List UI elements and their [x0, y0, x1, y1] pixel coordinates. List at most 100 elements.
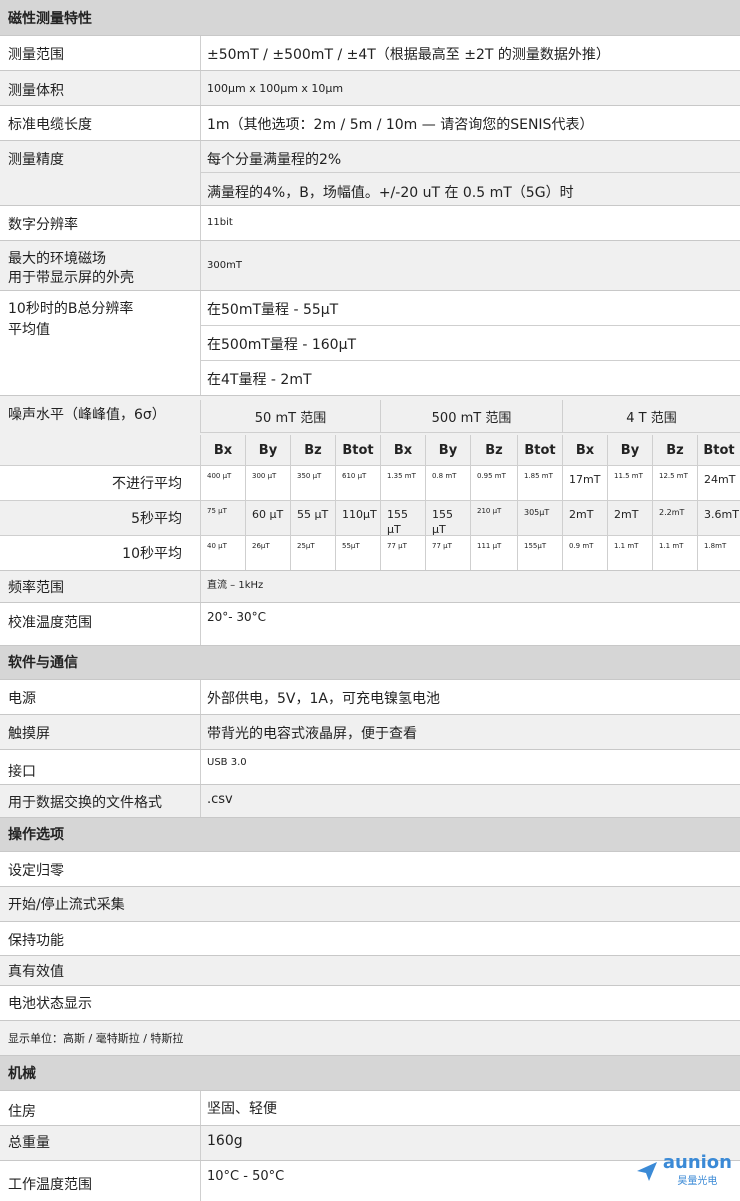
- row-divider: [0, 645, 740, 646]
- row-divider: [0, 714, 740, 715]
- noise-column-header: By: [245, 435, 290, 465]
- section-header-magnetic: 磁性测量特性: [0, 0, 740, 35]
- row-divider: [0, 1160, 740, 1161]
- operation-label: 电池状态显示: [8, 996, 92, 1012]
- noise-cell: 305μT: [517, 500, 562, 535]
- spec-row-avg-resolution: 10秒时的B总分辨率 平均值 在50mT量程 - 55μT 在500mT量程 -…: [0, 290, 740, 395]
- spec-label: 用于带显示屏的外壳: [8, 270, 134, 286]
- noise-cell: 350 μT: [290, 465, 335, 500]
- noise-cell: 300 μT: [245, 465, 290, 500]
- noise-cell: 26μT: [245, 535, 290, 570]
- noise-cell: 3.6mT: [697, 500, 740, 535]
- spec-row-accuracy: 测量精度 每个分量满量程的2% 满量程的4%，B，场幅值。+/-20 uT 在 …: [0, 140, 740, 205]
- spec-value: 160g: [207, 1133, 243, 1149]
- spec-value: 在4T量程 - 2mT: [207, 372, 312, 388]
- noise-column-header: By: [607, 435, 652, 465]
- logo-name: aunion: [662, 1152, 732, 1173]
- divider: [200, 325, 740, 326]
- noise-cell: 12.5 mT: [652, 465, 697, 500]
- noise-cell: 0.95 mT: [470, 465, 517, 500]
- spec-row-weight: 总重量 160g: [0, 1125, 740, 1160]
- noise-cell: 1.35 mT: [380, 465, 425, 500]
- noise-row-label: 5秒平均: [131, 510, 182, 527]
- noise-cell: 40 μT: [200, 535, 245, 570]
- spec-label: 工作温度范围: [8, 1177, 92, 1193]
- noise-column-header: Btot: [335, 435, 380, 465]
- operation-item: 保持功能: [0, 921, 740, 955]
- noise-cell: 25μT: [290, 535, 335, 570]
- noise-range-header: 50 mT 范围: [200, 400, 380, 432]
- section-header-mechanical: 机械: [0, 1055, 740, 1090]
- noise-range-header: 500 mT 范围: [380, 400, 562, 432]
- noise-column-header: Bz: [652, 435, 697, 465]
- noise-cell: 1.85 mT: [517, 465, 562, 500]
- spec-row-ambient: 最大的环境磁场 用于带显示屏的外壳 300mT: [0, 240, 740, 290]
- operation-label: 真有效值: [8, 964, 64, 980]
- logo-wordmark: aunion 昊量光电: [662, 1152, 732, 1188]
- spec-label: 平均值: [8, 322, 50, 338]
- logo-icon: [636, 1161, 657, 1181]
- divider: [0, 465, 740, 466]
- column-divider: [200, 35, 201, 395]
- spec-value: 11bit: [207, 217, 233, 228]
- spec-label: 测量体积: [8, 83, 64, 99]
- spec-label: 频率范围: [8, 580, 64, 596]
- spec-row-resolution: 数字分辨率 11bit: [0, 205, 740, 240]
- noise-cell: 210 μT: [470, 500, 517, 535]
- noise-column-header: Bx: [562, 435, 607, 465]
- row-divider: [0, 955, 740, 956]
- spec-label: 住房: [8, 1104, 36, 1120]
- section-title: 操作选项: [8, 827, 64, 843]
- noise-cell: 77 μT: [380, 535, 425, 570]
- spec-label: 最大的环境磁场: [8, 251, 106, 267]
- noise-row-label: 10秒平均: [122, 545, 182, 562]
- noise-cell: 155 μT: [425, 500, 470, 536]
- row-divider: [0, 1020, 740, 1021]
- row-divider: [0, 290, 740, 291]
- divider: [200, 432, 740, 433]
- section-header-operation: 操作选项: [0, 817, 740, 851]
- spec-row-port: 接口 USB 3.0: [0, 749, 740, 784]
- spec-value: 满量程的4%，B，场幅值。+/-20 uT 在 0.5 mT（5G）时: [207, 185, 574, 201]
- operation-item: 显示单位：高斯 / 毫特斯拉 / 特斯拉: [0, 1020, 740, 1055]
- operation-label: 保持功能: [8, 933, 64, 949]
- spec-value: 坚固、轻便: [207, 1101, 277, 1117]
- row-divider: [0, 784, 740, 785]
- spec-value: 1m（其他选项：2m / 5m / 10m — 请咨询您的SENIS代表）: [207, 117, 594, 133]
- brand-logo: aunion 昊量光电: [635, 1154, 732, 1187]
- operation-item: 设定归零: [0, 851, 740, 886]
- spec-row-operating-temp: 工作温度范围 10°C - 50°C: [0, 1160, 740, 1201]
- noise-cell: 155μT: [517, 535, 562, 570]
- spec-value: 在50mT量程 - 55μT: [207, 302, 339, 318]
- noise-range-header: 4 T 范围: [562, 400, 740, 432]
- noise-cell: 55μT: [335, 535, 380, 570]
- spec-label: 校准温度范围: [8, 615, 92, 631]
- row-divider: [0, 1090, 740, 1091]
- divider: [0, 535, 740, 536]
- noise-cell: 2.2mT: [652, 500, 697, 535]
- row-divider: [0, 570, 740, 571]
- row-divider: [0, 240, 740, 241]
- noise-column-header: Btot: [697, 435, 740, 465]
- spec-label: 用于数据交换的文件格式: [8, 795, 162, 811]
- noise-cell: 400 μT: [200, 465, 245, 500]
- row-divider: [0, 105, 740, 106]
- row-divider: [0, 985, 740, 986]
- noise-column-header: Bx: [200, 435, 245, 465]
- spec-value: USB 3.0: [207, 757, 247, 768]
- spec-label: 触摸屏: [8, 726, 50, 742]
- divider: [200, 360, 740, 361]
- noise-label: 噪声水平（峰峰值，6σ）: [8, 407, 166, 423]
- spec-row-cable: 标准电缆长度 1m（其他选项：2m / 5m / 10m — 请咨询您的SENI…: [0, 105, 740, 140]
- row-divider: [0, 140, 740, 141]
- row-divider: [0, 70, 740, 71]
- row-divider: [0, 817, 740, 818]
- noise-cell: 1.8mT: [697, 535, 740, 570]
- operation-label: 开始/停止流式采集: [8, 897, 125, 913]
- noise-cell: 610 μT: [335, 465, 380, 500]
- noise-cell: 60 μT: [245, 500, 290, 535]
- spec-value: 每个分量满量程的2%: [207, 152, 342, 168]
- spec-row-range: 测量范围 ±50mT / ±500mT / ±4T（根据最高至 ±2T 的测量数…: [0, 35, 740, 70]
- spec-value: 100μm x 100μm x 10μm: [207, 82, 344, 95]
- noise-cell: 17mT: [562, 465, 607, 500]
